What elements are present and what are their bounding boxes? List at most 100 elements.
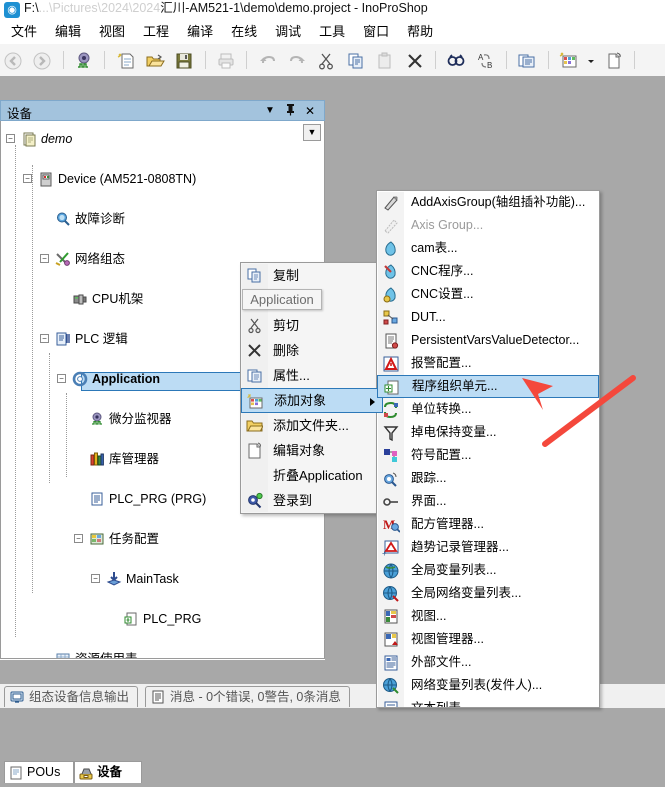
back-icon[interactable] [0,47,26,73]
menu-item-window[interactable]: 窗口 [356,20,396,44]
tree-row-maintask[interactable]: − MainTask [1,569,324,589]
redo-icon[interactable] [284,47,310,73]
submenu-item-axis-group[interactable]: Axis Group... [377,214,599,237]
copy-icon[interactable] [343,47,369,73]
tree-row-plc-prg-ref[interactable]: PLC_PRG [1,609,324,629]
cut-icon[interactable] [313,47,339,73]
expander-icon[interactable]: − [6,134,15,143]
submenu-item-dut[interactable]: DUT... [377,306,599,329]
context-menu-item-cut[interactable]: 剪切 [241,313,383,338]
tree-label: Application [92,369,160,389]
submenu-item-recipe-manager[interactable]: M 配方管理器... [377,513,599,536]
context-menu-item-delete[interactable]: 删除 [241,338,383,363]
open-project-icon[interactable] [142,47,168,73]
context-menu-item-add-folder[interactable]: 添加文件夹... [241,413,383,438]
menu-item-debug[interactable]: 调试 [268,20,308,44]
build-dropdown-icon[interactable] [585,47,597,73]
context-menu-item-edit-object[interactable]: 编辑对象 [241,438,383,463]
menu-item-tools[interactable]: 工具 [312,20,352,44]
close-icon[interactable]: ✕ [302,103,318,119]
context-menu-item-collapse-application[interactable]: 折叠Application [241,463,383,488]
tab-devices[interactable]: 设备 [74,761,142,783]
submenu-item-alarm-config[interactable]: 报警配置... [377,352,599,375]
forward-icon[interactable] [29,47,55,73]
context-menu-label: 复制 [273,268,299,283]
submenu-item-visualization-manager[interactable]: 视图管理器... [377,628,599,651]
submenu-item-interface[interactable]: 界面... [377,490,599,513]
alarm-config-icon [382,355,400,373]
bottom-tab-device-output[interactable]: 组态设备信息输出 [4,686,138,707]
browse-cross-reference-icon[interactable] [514,47,540,73]
tree-row-demo[interactable]: − demo [1,129,324,149]
tree-label: MainTask [126,569,179,589]
submenu-item-cam-table[interactable]: cam表... [377,237,599,260]
menu-item-edit[interactable]: 编辑 [48,20,88,44]
device-icon [38,171,54,187]
context-menu-item-add-object[interactable]: 添加对象 [241,388,383,413]
menu-item-online[interactable]: 在线 [224,20,264,44]
print-icon[interactable] [213,47,239,73]
delete-icon [246,342,263,359]
delete-icon[interactable] [402,47,428,73]
tree-row-device[interactable]: − Device (AM521-0808TN) [1,169,324,189]
expander-icon[interactable]: − [40,254,49,263]
find-icon[interactable] [443,47,469,73]
submenu-item-trace[interactable]: 跟踪... [377,467,599,490]
tree-row-application[interactable]: − Application [1,369,324,389]
menu-item-view[interactable]: 视图 [92,20,132,44]
submenu-item-external-file[interactable]: 外部文件... [377,651,599,674]
expander-icon[interactable]: − [74,534,83,543]
menu-item-build[interactable]: 编译 [180,20,220,44]
submenu-item-addaxisgroup[interactable]: AddAxisGroup(轴组插补功能)... [377,191,599,214]
single-cycle-icon[interactable] [601,47,627,73]
menu-item-help[interactable]: 帮助 [400,20,440,44]
submenu-item-global-var-list[interactable]: 全局变量列表... [377,559,599,582]
submenu-item-trend-recorder[interactable]: + 趋势记录管理器... [377,536,599,559]
submenu-item-global-network-var-list[interactable]: 全局网络变量列表... [377,582,599,605]
tree-row-diagnostics[interactable]: 故障诊断 [1,209,324,229]
submenu-item-persistent-vars-detector[interactable]: PersistentVarsValueDetector... [377,329,599,352]
expander-icon[interactable]: − [91,574,100,583]
bottom-tab-messages[interactable]: 消息 - 0个错误, 0警告, 0条消息 [145,686,350,707]
submenu-label: 全局网络变量列表... [411,586,521,600]
tab-label: POUs [27,765,60,779]
expander-icon[interactable]: − [40,334,49,343]
menu-item-project[interactable]: 工程 [136,20,176,44]
tree-label: PLC_PRG (PRG) [109,489,206,509]
submenu-item-cnc-program[interactable]: CNC程序... [377,260,599,283]
submenu-item-pou[interactable]: 程序组织单元... [377,375,599,398]
title-bar: ◉ F:\...\Pictures\2024\2024汇川-AM521-1\de… [0,0,665,20]
submenu-item-symbol-config[interactable]: 符号配置... [377,444,599,467]
submenu-item-network-var-sender[interactable]: 网络变量列表(发件人)... [377,674,599,697]
external-file-icon [382,654,400,672]
tree-row-resource-table[interactable]: 资源使用表 [1,649,324,659]
submenu-item-unit-conversion[interactable]: 单位转换... [377,398,599,421]
submenu-item-text-list[interactable]: 文本列表... [377,697,599,708]
submenu-label: AddAxisGroup(轴组插补功能)... [411,195,585,209]
undo-icon[interactable] [255,47,281,73]
new-project-icon[interactable] [113,47,139,73]
submenu-item-persistent-vars[interactable]: 掉电保持变量... [377,421,599,444]
device-monitor-icon[interactable] [71,47,97,73]
context-menu-item-copy[interactable]: 复制 [241,263,383,288]
tree-row-task-config[interactable]: − 任务配置 [1,529,324,549]
submenu-item-cnc-settings[interactable]: CNC设置... [377,283,599,306]
save-icon[interactable] [171,47,197,73]
add-object-submenu: AddAxisGroup(轴组插补功能)... Axis Group... ca… [376,190,600,708]
context-menu-item-login-to[interactable]: 登录到 [241,488,383,513]
task-icon [106,571,122,587]
cnc-settings-icon [382,286,400,304]
pin-icon[interactable] [282,103,298,119]
submenu-item-visualization[interactable]: 视图... [377,605,599,628]
build-icon[interactable] [556,47,582,73]
expander-icon[interactable]: − [23,174,32,183]
tab-pous[interactable]: POUs [4,761,74,783]
chevron-down-icon[interactable]: ▼ [262,103,278,119]
submenu-label: 程序组织单元... [412,379,497,393]
expander-icon[interactable]: − [57,374,66,383]
replace-icon[interactable]: AB [473,47,499,73]
menu-item-file[interactable]: 文件 [4,20,44,44]
paste-icon[interactable] [372,47,398,73]
devices-icon [78,765,94,781]
monitor-icon [89,411,105,427]
